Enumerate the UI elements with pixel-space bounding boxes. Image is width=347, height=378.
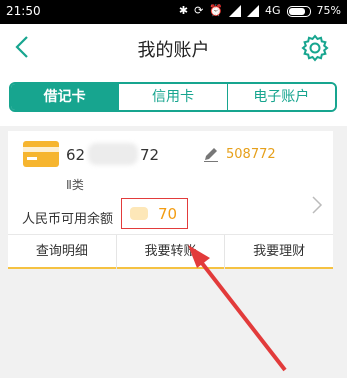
rotation-icon: ⟳ xyxy=(194,4,204,17)
balance-label: 人民币可用余额 xyxy=(22,212,114,227)
status-icons: ✱ ⟳ ⏰ 4G 75% xyxy=(179,3,341,19)
account-number-suffix: 72 xyxy=(140,146,160,164)
card-type: Ⅱ类 xyxy=(66,178,84,192)
balance-highlight-box: 70 xyxy=(121,198,188,229)
wealth-management-button[interactable]: 我要理财 xyxy=(224,235,333,269)
balance-mask xyxy=(130,207,148,220)
alarm-icon: ⏰ xyxy=(209,4,224,17)
page-title: 我的账户 xyxy=(137,40,210,61)
chevron-right-icon[interactable] xyxy=(311,195,323,215)
wifi-icon xyxy=(229,5,242,17)
account-tabs: 借记卡 信用卡 电子账户 xyxy=(9,82,337,112)
account-number-mask xyxy=(88,143,138,165)
account-alias[interactable]: 508772 xyxy=(226,147,276,162)
status-bar: 21:50 ✱ ⟳ ⏰ 4G 75% xyxy=(0,0,347,24)
balance-value: 70 xyxy=(158,205,178,223)
network-type: 4G xyxy=(265,4,281,17)
account-number-prefix: 62 xyxy=(66,146,86,164)
bank-card-icon xyxy=(23,141,59,167)
battery-icon xyxy=(286,5,311,17)
debit-card-panel[interactable]: 62 72 508772 Ⅱ类 人民币可用余额 70 查询明细 我要转账 我要理… xyxy=(8,131,333,269)
edit-icon[interactable] xyxy=(203,146,219,162)
bluetooth-icon: ✱ xyxy=(178,4,189,17)
battery-percent: 75% xyxy=(316,4,341,17)
header: 我的账户 xyxy=(0,24,347,70)
tab-electronic-account[interactable]: 电子账户 xyxy=(226,84,335,110)
card-actions: 查询明细 我要转账 我要理财 xyxy=(8,234,333,269)
query-details-button[interactable]: 查询明细 xyxy=(8,235,116,269)
transfer-button[interactable]: 我要转账 xyxy=(115,235,225,269)
tab-credit-card[interactable]: 信用卡 xyxy=(118,84,227,110)
tab-debit-card[interactable]: 借记卡 xyxy=(11,84,119,110)
signal-icon xyxy=(247,5,260,17)
status-time: 21:50 xyxy=(6,4,41,18)
gear-icon[interactable] xyxy=(301,34,329,62)
tabs-container: 借记卡 信用卡 电子账户 xyxy=(0,70,347,126)
